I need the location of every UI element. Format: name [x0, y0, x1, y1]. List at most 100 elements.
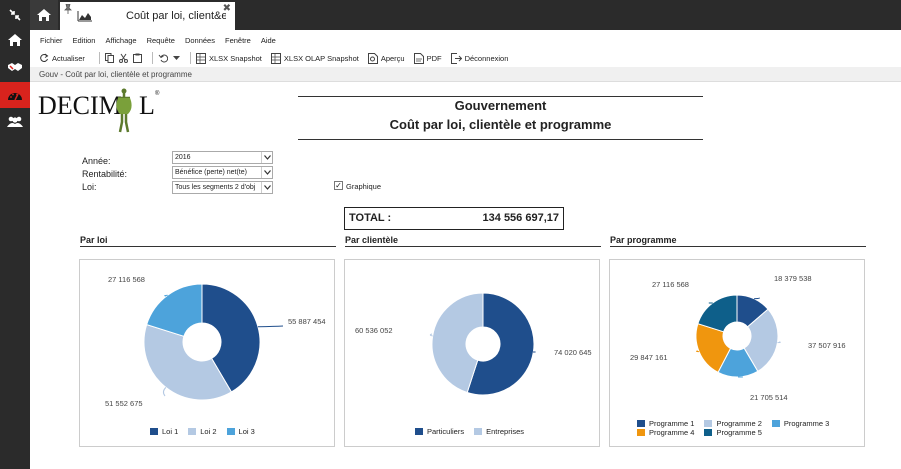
- value-label-entreprises: 60 536 052: [355, 326, 393, 335]
- breadcrumb: Gouv - Coût par loi, clientèle et progra…: [30, 67, 901, 82]
- dashboard-icon[interactable]: [0, 82, 30, 108]
- cut-icon[interactable]: [118, 53, 128, 63]
- xlsx-snapshot-button[interactable]: XLSX Snapshot: [195, 52, 262, 64]
- loi-label: Loi:: [82, 182, 97, 192]
- total-value: 134 556 697,17: [482, 212, 559, 224]
- menu-fenetre[interactable]: Fenêtre: [220, 34, 256, 48]
- close-icon[interactable]: ✖: [223, 3, 231, 14]
- pdf-label: PDF: [426, 53, 442, 63]
- spreadsheet-icon: [270, 52, 281, 64]
- svg-text:®: ®: [155, 90, 160, 97]
- value-label-programme-2: 37 507 916: [808, 341, 846, 350]
- chevron-down-icon: [261, 182, 272, 193]
- annee-label: Année:: [82, 156, 111, 166]
- donut-chart: [143, 283, 284, 401]
- users-icon[interactable]: [0, 109, 30, 135]
- menu-edition[interactable]: Edition: [68, 34, 101, 48]
- xlsx-olap-label: XLSX OLAP Snapshot: [283, 53, 359, 63]
- section-par-programme: Par programme: [610, 236, 866, 247]
- svg-text:L: L: [139, 91, 155, 120]
- legend-label: Particuliers: [427, 427, 465, 436]
- value-label-programme-1: 18 379 538: [774, 274, 812, 283]
- refresh-icon: [40, 53, 49, 63]
- menu-donnees[interactable]: Données: [180, 34, 220, 48]
- leader-line-loi-1: [257, 325, 284, 328]
- home-tab[interactable]: [30, 0, 58, 30]
- home-icon[interactable]: [0, 27, 30, 53]
- collapse-icon[interactable]: [0, 2, 30, 28]
- tab-report[interactable]: Coût par loi, client&eg... ✖: [60, 2, 235, 30]
- refresh-button[interactable]: Actualiser: [39, 53, 85, 63]
- tab-bar: Coût par loi, client&eg... ✖: [30, 0, 901, 30]
- legend-label: Programme 1: [649, 419, 695, 428]
- legend-swatch: [704, 429, 713, 436]
- legend-swatch: [771, 420, 780, 427]
- value-label-particuliers: 74 020 645: [554, 348, 592, 357]
- title-rule-bottom: [298, 139, 703, 140]
- legend-item-programme-4[interactable]: Programme 4: [637, 428, 694, 437]
- graphique-checkbox[interactable]: ✓: [334, 181, 343, 190]
- leader-line-loi-2: [162, 387, 167, 397]
- chevron-down-icon: [261, 167, 272, 178]
- legend-item-entreprises[interactable]: Entreprises: [474, 427, 524, 436]
- legend-item-loi-2[interactable]: Loi 2: [188, 427, 217, 436]
- pin-icon[interactable]: [64, 3, 72, 16]
- area-chart-icon: [77, 10, 93, 24]
- home-tab-icon: [37, 9, 51, 21]
- pdf-button[interactable]: PDF: [413, 52, 442, 64]
- menu-fichier[interactable]: Fichier: [30, 34, 68, 48]
- chart-legend: Loi 1 Loi 2 Loi 3: [150, 427, 330, 436]
- toolbar-separator: [98, 52, 100, 64]
- refresh-label: Actualiser: [52, 53, 85, 63]
- value-label-loi-1: 55 887 454: [288, 317, 326, 326]
- value-label-programme-5: 27 116 568: [652, 280, 689, 289]
- legend-swatch: [188, 428, 197, 435]
- leader-line-entreprises: [429, 333, 433, 337]
- xlsx-snapshot-label: XLSX Snapshot: [208, 53, 262, 63]
- loi-select[interactable]: Tous les segments 2 d'obj: [172, 181, 273, 194]
- value-label-programme-4: 29 847 161: [630, 353, 668, 362]
- logout-button[interactable]: Déconnexion: [450, 52, 509, 64]
- annee-select[interactable]: 2016: [172, 151, 273, 164]
- legend-item-loi-1[interactable]: Loi 1: [150, 427, 178, 436]
- copy-icon[interactable]: [104, 53, 114, 63]
- preview-label: Aperçu: [380, 53, 405, 63]
- loi-value: Tous les segments 2 d'obj: [175, 184, 256, 191]
- chevron-down-icon[interactable]: [172, 55, 180, 61]
- legend-item-programme-1[interactable]: Programme 1: [637, 419, 694, 428]
- menu-aide[interactable]: Aide: [256, 34, 281, 48]
- legend-label: Entreprises: [486, 427, 525, 436]
- legend-swatch: [226, 428, 235, 435]
- preview-icon: [367, 52, 378, 64]
- legend-item-loi-3[interactable]: Loi 3: [226, 427, 255, 436]
- menu-requete[interactable]: Requête: [142, 34, 180, 48]
- paste-icon[interactable]: [132, 53, 142, 63]
- legend-item-programme-2[interactable]: Programme 2: [704, 419, 762, 428]
- graphique-label: Graphique: [346, 182, 382, 191]
- logout-label: Déconnexion: [464, 53, 509, 63]
- svg-text:DECIM: DECIM: [38, 91, 122, 120]
- report-title-1: Gouvernement: [454, 98, 547, 113]
- legend-item-particuliers[interactable]: Particuliers: [415, 427, 464, 436]
- section-par-clientele: Par clientèle: [345, 236, 601, 247]
- legend-item-programme-5[interactable]: Programme 5: [704, 428, 762, 437]
- legend-swatch: [704, 420, 713, 427]
- undo-icon[interactable]: [158, 53, 168, 63]
- legend-item-programme-3[interactable]: Programme 3: [771, 419, 829, 428]
- chart-panel-clientele: 74 020 645 60 536 052 Particuliers Entrepri…: [344, 259, 600, 447]
- toolbar-separator: [151, 52, 153, 64]
- logout-icon: [450, 52, 462, 64]
- value-label-loi-2: 51 552 675: [105, 399, 143, 408]
- xlsx-olap-button[interactable]: XLSX OLAP Snapshot: [270, 52, 359, 64]
- pdf-icon: [413, 52, 424, 64]
- rentabilite-select[interactable]: Bénéfice (perte) net(te): [172, 166, 273, 179]
- rentabilite-value: Bénéfice (perte) net(te): [175, 169, 247, 176]
- legend-swatch: [637, 429, 645, 436]
- handshake-icon[interactable]: [0, 54, 30, 80]
- menu-affichage[interactable]: Affichage: [100, 34, 141, 48]
- toolbar: Actualiser XLSX Snapshot XLSX OLAP Snaps…: [30, 50, 901, 66]
- chart-panel-loi: 55 887 454 51 552 675 27 116 568 Loi 1 Loi 2…: [79, 259, 335, 447]
- preview-button[interactable]: Aperçu: [367, 52, 405, 64]
- legend-label: Programme 2: [716, 419, 762, 428]
- rentabilite-label: Rentabilité:: [82, 169, 128, 179]
